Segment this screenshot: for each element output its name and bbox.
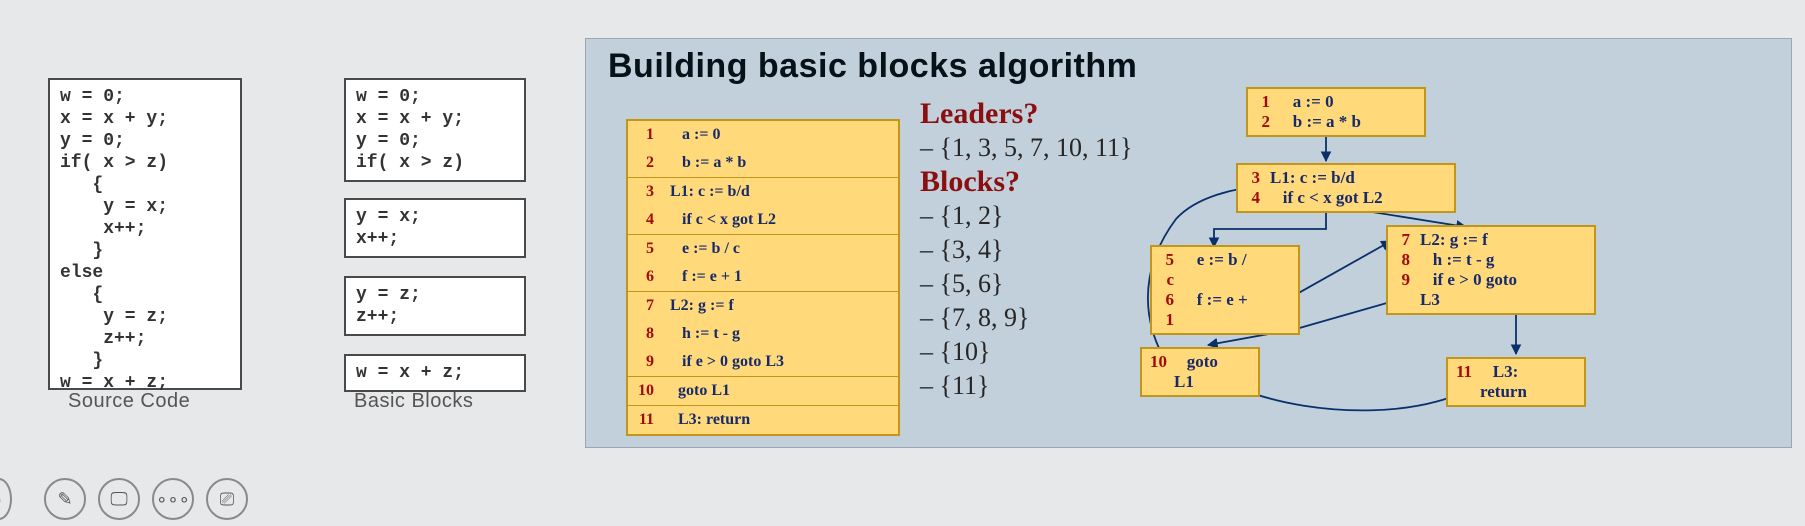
- tac-code: b := a * b: [670, 154, 746, 172]
- prev-button[interactable]: ): [0, 478, 12, 520]
- tac-code: L2: g := f: [670, 297, 734, 315]
- tac-code: L3: [1420, 290, 1440, 310]
- basic-block-2: y = x; x++;: [344, 198, 526, 258]
- cfg-node-1: 1 a := 0 2 b := a * b: [1246, 87, 1426, 137]
- tac-num: 1: [1256, 92, 1270, 112]
- tac-code: h := t - g: [670, 325, 740, 343]
- monitor-icon: 🖵: [110, 489, 127, 510]
- more-icon: ∘∘∘: [156, 489, 190, 510]
- algorithm-slide: Building basic blocks algorithm 1 a := 0…: [585, 38, 1792, 448]
- tac-num: 7: [1396, 230, 1410, 250]
- tac-code: a := 0: [670, 126, 720, 144]
- tac-group-6: 11 L3: return: [628, 405, 898, 434]
- tac-code: return: [1480, 382, 1527, 402]
- tac-group-2: 3 L1: c := b/d 4 if c < x got L2: [628, 177, 898, 234]
- tac-code: if c < x got L2: [670, 211, 776, 229]
- tac-code: f := e + 1: [670, 268, 742, 286]
- tac-group-4: 7 L2: g := f 8 h := t - g 9 if e > 0 goto…: [628, 291, 898, 376]
- tac-num: 2: [1256, 112, 1270, 132]
- cfg-node-3: 5 e := b / c 6 f := e + 1: [1150, 245, 1300, 335]
- tac-num: 4: [1246, 188, 1260, 208]
- tac-code: goto: [1174, 352, 1218, 372]
- source-code-panel: w = 0; x = x + y; y = 0; if( x > z) { y …: [48, 78, 242, 390]
- tac-num: [1396, 290, 1410, 310]
- chevron-left-icon: ): [0, 489, 1, 510]
- tac-listing: 1 a := 0 2 b := a * b 3 L1: c := b/d 4 if…: [626, 119, 900, 436]
- cfg-node-6: 11 L3: return: [1446, 357, 1586, 407]
- tac-code: L1: c := b/d: [1270, 168, 1355, 188]
- tac-code: if c < x got L2: [1270, 188, 1383, 208]
- tac-num: [1456, 382, 1470, 402]
- tac-num: c: [1160, 270, 1174, 290]
- tac-code: e := b / c: [670, 240, 740, 258]
- basic-blocks-caption: Basic Blocks: [354, 390, 473, 413]
- tac-num: 6: [1160, 290, 1174, 310]
- cfg-graph: 1 a := 0 2 b := a * b 3 L1: c := b/d 4 if…: [1136, 79, 1776, 429]
- cfg-node-5: 10 goto L1: [1140, 347, 1260, 397]
- tac-num: 6: [634, 268, 654, 286]
- pen-button[interactable]: ✎: [44, 478, 86, 520]
- tac-num: 8: [634, 325, 654, 343]
- tac-code: b := a * b: [1280, 112, 1361, 132]
- tac-code: if e > 0 goto: [1420, 270, 1517, 290]
- screen-button[interactable]: 🖵: [98, 478, 140, 520]
- tac-num: 9: [1396, 270, 1410, 290]
- presenter-toolbar: ) ✎ 🖵 ∘∘∘ ⎚: [0, 478, 248, 520]
- tac-group-5: 10 goto L1: [628, 376, 898, 405]
- tac-num: 10: [1150, 352, 1164, 372]
- tac-code: if e > 0 goto L3: [670, 353, 784, 371]
- no-screen-icon: ⎚: [220, 489, 234, 510]
- tac-num: 1: [1160, 310, 1174, 330]
- tac-code: h := t - g: [1420, 250, 1494, 270]
- tac-code: e := b /: [1184, 250, 1247, 270]
- tac-num: 3: [634, 183, 654, 201]
- tac-num: 11: [634, 411, 654, 429]
- cfg-node-4: 7 L2: g := f 8 h := t - g 9 if e > 0 goto…: [1386, 225, 1596, 315]
- tac-num: 3: [1246, 168, 1260, 188]
- tac-code: goto L1: [670, 382, 730, 400]
- tac-code: L3: return: [670, 411, 750, 429]
- cfg-node-2: 3 L1: c := b/d 4 if c < x got L2: [1236, 163, 1456, 213]
- tac-num: 5: [1160, 250, 1174, 270]
- tac-num: 1: [634, 126, 654, 144]
- tac-num: 4: [634, 211, 654, 229]
- tac-code: f := e +: [1184, 290, 1248, 310]
- pen-icon: ✎: [57, 489, 72, 510]
- basic-block-3: y = z; z++;: [344, 276, 526, 336]
- tac-num: 2: [634, 154, 654, 172]
- tac-num: 11: [1456, 362, 1470, 382]
- source-code-caption: Source Code: [68, 390, 190, 413]
- tac-num: 7: [634, 297, 654, 315]
- tac-code: a := 0: [1280, 92, 1334, 112]
- tac-num: 8: [1396, 250, 1410, 270]
- slide-title: Building basic blocks algorithm: [608, 47, 1137, 86]
- tac-num: 9: [634, 353, 654, 371]
- tac-num: [1150, 372, 1164, 392]
- tac-group-1: 1 a := 0 2 b := a * b: [628, 121, 898, 177]
- tac-code: L3:: [1480, 362, 1518, 382]
- tac-num: 10: [634, 382, 654, 400]
- more-button[interactable]: ∘∘∘: [152, 478, 194, 520]
- tac-code: L2: g := f: [1420, 230, 1488, 250]
- tac-num: 5: [634, 240, 654, 258]
- end-show-button[interactable]: ⎚: [206, 478, 248, 520]
- tac-code: L1: c := b/d: [670, 183, 750, 201]
- tac-code: L1: [1174, 372, 1194, 392]
- tac-group-3: 5 e := b / c 6 f := e + 1: [628, 234, 898, 291]
- basic-block-1: w = 0; x = x + y; y = 0; if( x > z): [344, 78, 526, 182]
- basic-block-4: w = x + z;: [344, 354, 526, 392]
